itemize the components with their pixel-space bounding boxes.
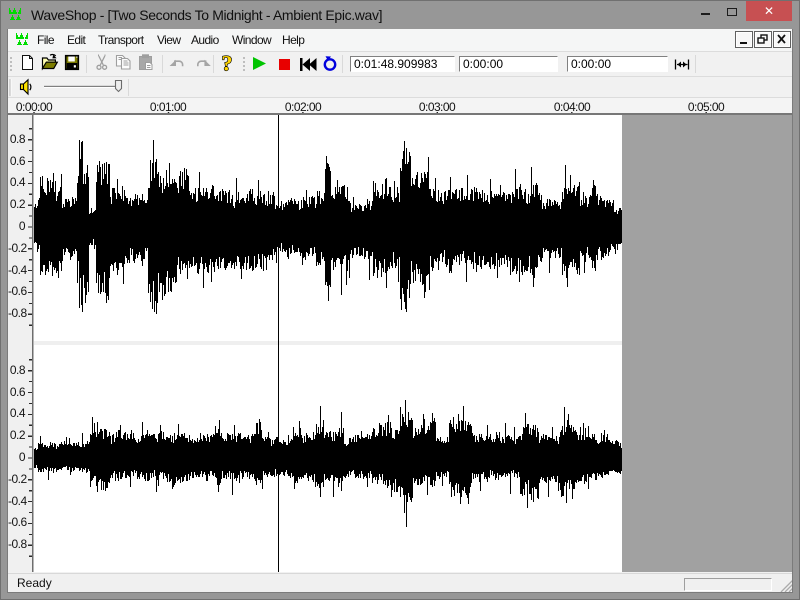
svg-text:?: ? <box>222 52 233 76</box>
